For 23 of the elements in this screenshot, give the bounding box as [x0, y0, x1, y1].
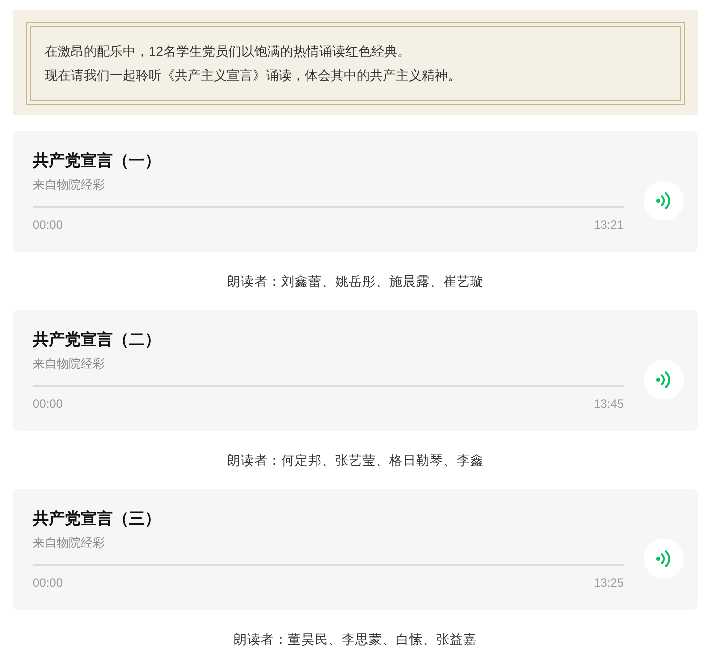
sound-wave-icon — [656, 370, 672, 388]
current-time: 00:00 — [33, 217, 64, 234]
current-time: 00:00 — [33, 575, 64, 592]
track-source: 来自物院经彩 — [33, 535, 106, 551]
track-source: 来自物院经彩 — [33, 177, 106, 193]
readers-text: 朗读者：刘鑫蕾、姚岳彤、施晨露、崔艺璇 — [226, 273, 485, 291]
intro-text: 现在请我们一起聆听《共产主义宣言》诵读，体会其中的共产主义精神。 — [45, 66, 462, 84]
track-title: 共产党宣言（二） — [33, 330, 162, 351]
play-button[interactable] — [644, 538, 684, 578]
track-source: 来自物院经彩 — [33, 356, 106, 372]
duration: 13:25 — [594, 575, 624, 592]
track-title: 共产党宣言（一） — [33, 151, 162, 172]
sound-wave-icon — [656, 550, 672, 568]
sound-wave-icon — [656, 192, 672, 210]
play-button[interactable] — [644, 180, 684, 220]
play-button[interactable] — [644, 360, 684, 400]
duration: 13:21 — [594, 217, 624, 234]
intro-text: 在激昂的配乐中，12名学生党员们以饱满的热情诵读红色经典。 — [45, 42, 412, 60]
readers-text: 朗读者：董昊民、李思蒙、白愫、张益嘉 — [233, 631, 478, 649]
duration: 13:45 — [594, 396, 624, 413]
current-time: 00:00 — [33, 396, 64, 413]
readers-text: 朗读者：何定邦、张艺莹、格日勒琴、李鑫 — [226, 452, 485, 470]
track-title: 共产党宣言（三） — [33, 509, 162, 530]
